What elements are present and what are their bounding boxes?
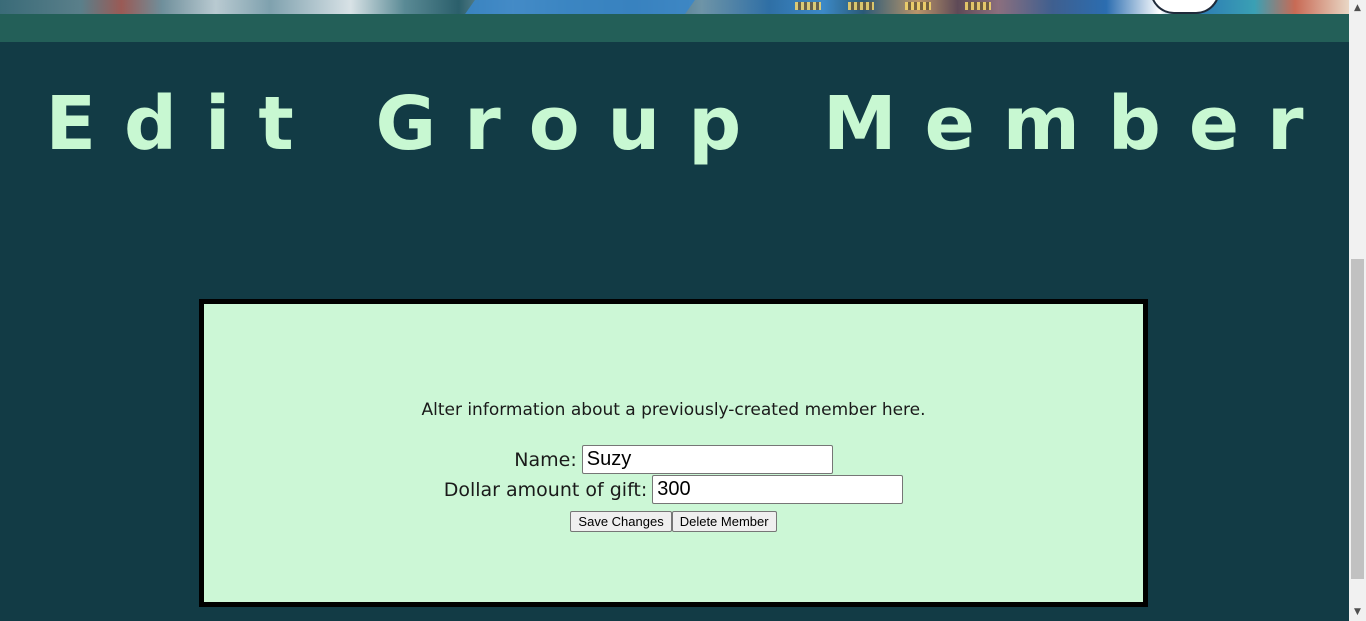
scroll-thumb[interactable] bbox=[1351, 259, 1364, 579]
scroll-up-arrow-icon[interactable]: ▲ bbox=[1349, 0, 1366, 17]
banner-decoration bbox=[795, 2, 821, 10]
name-label: Name: bbox=[514, 448, 577, 471]
banner-decoration bbox=[1150, 0, 1220, 14]
edit-member-card: Alter information about a previously-cre… bbox=[199, 299, 1148, 607]
gift-row: Dollar amount of gift: bbox=[204, 475, 1143, 504]
banner-decoration bbox=[848, 2, 874, 10]
banner-decoration bbox=[905, 2, 931, 10]
banner-decoration bbox=[465, 0, 695, 14]
header-strip bbox=[0, 14, 1349, 42]
header-banner-image bbox=[0, 0, 1349, 14]
form-actions: Save Changes Delete Member bbox=[204, 511, 1143, 532]
banner-decoration bbox=[965, 2, 991, 10]
name-row: Name: bbox=[204, 445, 1143, 474]
intro-text: Alter information about a previously-cre… bbox=[421, 400, 926, 420]
vertical-scrollbar[interactable]: ▲ ▼ bbox=[1349, 0, 1366, 621]
gift-amount-input[interactable] bbox=[652, 475, 904, 504]
name-input[interactable] bbox=[581, 445, 833, 474]
gift-amount-label: Dollar amount of gift: bbox=[443, 478, 648, 501]
page-title: Edit Group Member bbox=[45, 81, 1332, 167]
page: Edit Group Member Alter information abou… bbox=[0, 0, 1349, 621]
scroll-down-arrow-icon[interactable]: ▼ bbox=[1349, 604, 1366, 621]
delete-member-button[interactable]: Delete Member bbox=[671, 511, 777, 532]
save-changes-button[interactable]: Save Changes bbox=[570, 511, 672, 532]
